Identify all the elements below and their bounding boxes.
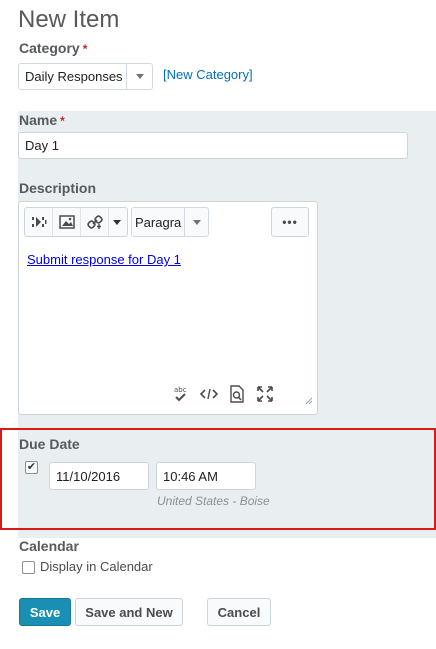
due-date-value: 11/10/2016 [56, 468, 121, 484]
chevron-down-icon [113, 219, 121, 225]
save-button[interactable]: Save [19, 598, 71, 626]
name-label: Name * [19, 112, 65, 128]
insert-stuff-button[interactable] [25, 208, 53, 236]
due-time-value: 10:46 AM [163, 468, 218, 484]
svg-text:abc: abc [174, 386, 187, 394]
chevron-down-icon [184, 208, 208, 236]
more-icon: ••• [282, 215, 298, 229]
preview-icon [230, 385, 244, 403]
insert-stuff-icon [31, 217, 46, 227]
description-label: Description [19, 180, 97, 196]
name-input-value: Day 1 [25, 138, 59, 153]
insert-menu-dropdown[interactable] [109, 208, 125, 236]
more-options-button[interactable]: ••• [271, 207, 309, 237]
image-icon [58, 215, 75, 229]
insert-link-button[interactable] [81, 208, 109, 236]
format-select-value: Paragra [135, 214, 182, 230]
save-and-new-button[interactable]: Save and New [75, 598, 183, 626]
display-in-calendar-label[interactable]: Display in Calendar [40, 559, 153, 574]
spellcheck-icon: abc [174, 386, 187, 402]
name-input[interactable]: Day 1 [18, 132, 408, 159]
chevron-down-icon [126, 64, 152, 89]
page-title: New Item [18, 6, 120, 33]
category-label: Category * [19, 40, 88, 56]
category-select[interactable]: Daily Responses [18, 63, 153, 90]
calendar-label: Calendar [19, 538, 79, 554]
cancel-button[interactable]: Cancel [207, 598, 271, 626]
category-select-value: Daily Responses [25, 69, 123, 84]
description-content-link[interactable]: Submit response for Day 1 [27, 252, 181, 267]
link-icon [86, 215, 103, 229]
insert-image-button[interactable] [53, 208, 81, 236]
description-editor[interactable]: Paragra ••• Submit response for Day 1 ab… [18, 201, 318, 415]
display-in-calendar-checkbox[interactable] [22, 561, 35, 574]
checkmark-icon: ✔ [26, 461, 37, 473]
due-date-input[interactable]: 11/10/2016 [49, 462, 149, 490]
source-code-button[interactable] [199, 384, 219, 404]
fullscreen-button[interactable] [255, 384, 275, 404]
resize-grip-icon [305, 397, 313, 405]
preview-button[interactable] [227, 384, 247, 404]
editor-insert-toolbar-group [24, 207, 128, 237]
spellcheck-button[interactable]: abc [171, 384, 191, 404]
due-date-label: Due Date [19, 436, 80, 452]
new-category-link[interactable]: [New Category] [163, 67, 253, 82]
resize-handle[interactable] [305, 392, 313, 410]
due-time-input[interactable]: 10:46 AM [156, 462, 256, 490]
required-marker: * [82, 42, 88, 56]
timezone-text: United States - Boise [157, 494, 270, 508]
fullscreen-icon [257, 386, 273, 402]
due-date-checkbox[interactable]: ✔ [25, 461, 38, 474]
required-marker: * [60, 114, 65, 128]
editor-bottom-toolbar: abc [171, 384, 275, 404]
format-select[interactable]: Paragra [131, 207, 209, 237]
source-code-icon [200, 388, 218, 400]
